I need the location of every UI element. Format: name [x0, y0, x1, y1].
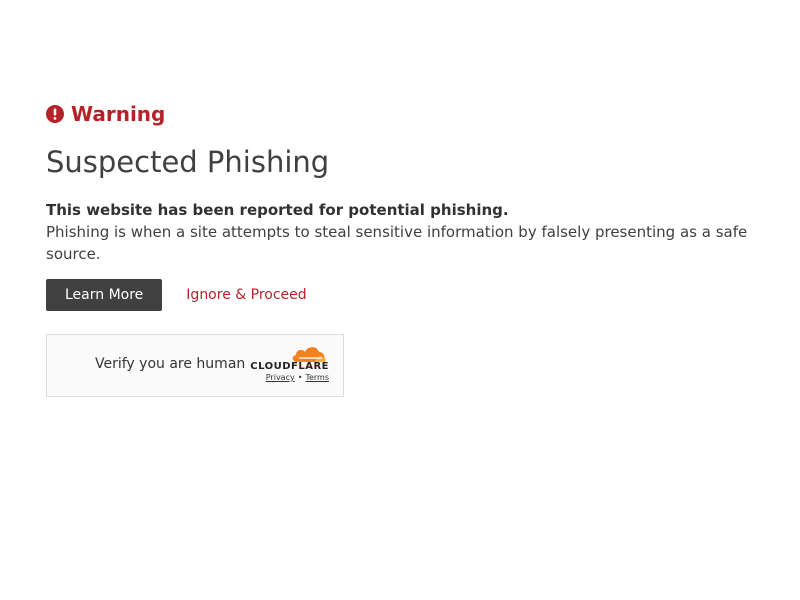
terms-link[interactable]: Terms	[305, 373, 329, 382]
cloudflare-turnstile-widget[interactable]: Verify you are human CLOUDFLARE Privacy •…	[46, 334, 344, 397]
exclamation-circle-icon	[46, 105, 64, 123]
cloudflare-logo-text: CLOUDFLARE	[250, 361, 329, 372]
link-separator: •	[297, 373, 303, 382]
privacy-link[interactable]: Privacy	[266, 373, 295, 382]
warning-header: Warning	[46, 100, 756, 128]
cloudflare-brand: CLOUDFLARE Privacy • Terms	[249, 345, 329, 382]
cloudflare-links: Privacy • Terms	[249, 373, 329, 382]
description: This website has been reported for poten…	[46, 199, 756, 265]
verify-human-label: Verify you are human	[95, 356, 246, 372]
page-title: Suspected Phishing	[46, 145, 330, 179]
actions-row: Learn More Ignore & Proceed	[46, 279, 756, 311]
description-strong: This website has been reported for poten…	[46, 201, 509, 219]
phishing-warning-panel: Warning Suspected Phishing This website …	[46, 100, 756, 397]
description-body: Phishing is when a site attempts to stea…	[46, 223, 748, 263]
learn-more-button[interactable]: Learn More	[46, 279, 163, 311]
ignore-proceed-link[interactable]: Ignore & Proceed	[186, 287, 306, 303]
warning-title: Warning	[71, 102, 166, 126]
